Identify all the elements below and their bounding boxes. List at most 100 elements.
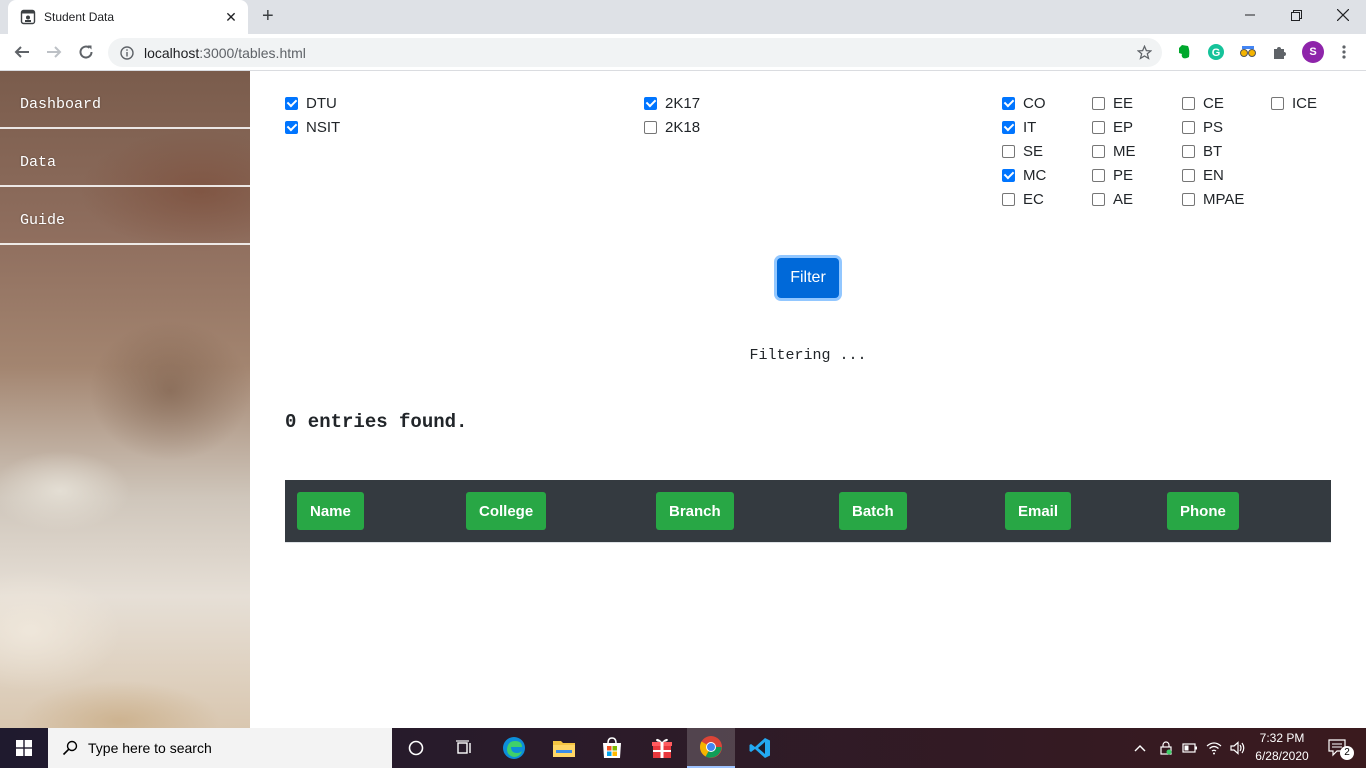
notifications-icon[interactable]: 2 (1318, 728, 1358, 768)
browser-menu-icon[interactable] (1334, 42, 1354, 62)
branch-option-mc[interactable]: MC (1002, 165, 1046, 185)
branch-pe-checkbox[interactable] (1092, 168, 1105, 182)
clock-time[interactable]: 7:32 PM (1252, 731, 1312, 745)
edge-icon[interactable] (490, 728, 538, 768)
branch-ae-checkbox[interactable] (1092, 192, 1105, 206)
branch-me-checkbox[interactable] (1092, 144, 1105, 158)
branch-option-co[interactable]: CO (1002, 93, 1046, 113)
college-nsit-checkbox[interactable] (285, 120, 298, 134)
branch-mpae-checkbox[interactable] (1182, 192, 1195, 206)
entries-count: 0 entries found. (285, 411, 468, 433)
column-header-branch[interactable]: Branch (656, 492, 734, 530)
branch-mpae-label: MPAE (1203, 190, 1245, 208)
tray-expand-icon[interactable] (1128, 728, 1152, 768)
branch-option-se[interactable]: SE (1002, 141, 1043, 161)
reload-icon[interactable] (74, 40, 98, 64)
branch-ec-checkbox[interactable] (1002, 192, 1015, 206)
branch-option-it[interactable]: IT (1002, 117, 1036, 137)
evernote-extension-icon[interactable] (1174, 42, 1194, 62)
college-option-dtu[interactable]: DTU (285, 93, 337, 113)
table-header: Name College Branch Batch Email Phone (285, 480, 1331, 543)
battery-icon[interactable] (1178, 728, 1202, 768)
branch-bt-label: BT (1203, 142, 1223, 160)
file-explorer-icon[interactable] (540, 728, 588, 768)
branch-ps-checkbox[interactable] (1182, 120, 1195, 134)
column-header-email[interactable]: Email (1005, 492, 1072, 530)
security-tray-icon[interactable] (1154, 728, 1178, 768)
branch-option-bt[interactable]: BT (1182, 141, 1222, 161)
branch-ee-label: EE (1113, 94, 1134, 112)
branch-co-label: CO (1023, 94, 1046, 112)
sidebar-item-data[interactable]: Data (0, 129, 250, 187)
extensions-puzzle-icon[interactable] (1270, 42, 1290, 62)
profile-avatar[interactable]: S (1302, 41, 1324, 63)
clock-date[interactable]: 6/28/2020 (1252, 749, 1312, 763)
batch-2k17-checkbox[interactable] (644, 96, 657, 110)
branch-ice-checkbox[interactable] (1271, 96, 1284, 110)
volume-icon[interactable] (1226, 728, 1250, 768)
batch-option-2k18[interactable]: 2K18 (644, 117, 700, 137)
info-icon[interactable] (120, 45, 134, 60)
restore-icon[interactable] (1273, 0, 1319, 30)
branch-mc-label: MC (1023, 166, 1047, 184)
branch-option-ce[interactable]: CE (1182, 93, 1224, 113)
sidebar-item-guide[interactable]: Guide (0, 187, 250, 245)
address-bar[interactable]: localhost:3000/tables.html (108, 38, 1162, 67)
college-option-nsit[interactable]: NSIT (285, 117, 340, 137)
gift-app-icon[interactable] (638, 728, 686, 768)
forward-icon[interactable] (42, 40, 66, 64)
close-window-icon[interactable] (1320, 0, 1366, 30)
branch-pe-label: PE (1113, 166, 1134, 184)
vscode-icon[interactable] (736, 728, 784, 768)
bookmark-star-icon[interactable] (1137, 45, 1152, 60)
wifi-icon[interactable] (1202, 728, 1226, 768)
grammarly-extension-icon[interactable]: G (1206, 42, 1226, 62)
main-content: DTU NSIT 2K17 2K18 CO IT SE MC EC EE EP … (250, 71, 1366, 728)
branch-option-pe[interactable]: PE (1092, 165, 1133, 185)
column-header-phone[interactable]: Phone (1167, 492, 1239, 530)
chrome-taskbar-icon[interactable] (687, 728, 735, 768)
branch-se-checkbox[interactable] (1002, 144, 1015, 158)
branch-option-en[interactable]: EN (1182, 165, 1224, 185)
glasses-extension-icon[interactable] (1238, 42, 1258, 62)
branch-it-checkbox[interactable] (1002, 120, 1015, 134)
branch-option-me[interactable]: ME (1092, 141, 1136, 161)
cortana-icon[interactable] (392, 728, 440, 768)
tab-close-icon[interactable]: ✕ (222, 9, 240, 26)
college-dtu-checkbox[interactable] (285, 96, 298, 110)
branch-option-ps[interactable]: PS (1182, 117, 1223, 137)
branch-option-ice[interactable]: ICE (1271, 93, 1317, 113)
branch-ice-label: ICE (1292, 94, 1318, 112)
new-tab-icon[interactable]: + (262, 6, 274, 26)
browser-tab[interactable]: Student Data ✕ (8, 0, 248, 34)
branch-en-checkbox[interactable] (1182, 168, 1195, 182)
sidebar-item-dashboard[interactable]: Dashboard (0, 71, 250, 129)
microsoft-store-icon[interactable] (588, 728, 636, 768)
branch-ee-checkbox[interactable] (1092, 96, 1105, 110)
branch-mc-checkbox[interactable] (1002, 168, 1015, 182)
svg-text:G: G (1212, 47, 1221, 59)
branch-co-checkbox[interactable] (1002, 96, 1015, 110)
branch-option-ae[interactable]: AE (1092, 189, 1133, 209)
column-header-college[interactable]: College (466, 492, 547, 530)
browser-tab-strip: Student Data ✕ + (0, 0, 1366, 34)
batch-option-2k17[interactable]: 2K17 (644, 93, 700, 113)
branch-option-ep[interactable]: EP (1092, 117, 1133, 137)
branch-option-ee[interactable]: EE (1092, 93, 1133, 113)
branch-option-mpae[interactable]: MPAE (1182, 189, 1244, 209)
column-header-name[interactable]: Name (297, 492, 364, 530)
windows-start-icon[interactable] (0, 728, 48, 768)
task-view-icon[interactable] (440, 728, 488, 768)
batch-2k18-checkbox[interactable] (644, 120, 657, 134)
branch-ae-label: AE (1113, 190, 1134, 208)
branch-bt-checkbox[interactable] (1182, 144, 1195, 158)
taskbar-search-box[interactable]: Type here to search (48, 728, 392, 768)
minimize-icon[interactable] (1227, 0, 1273, 30)
branch-ep-checkbox[interactable] (1092, 120, 1105, 134)
column-header-batch[interactable]: Batch (839, 492, 907, 530)
branch-it-label: IT (1023, 118, 1037, 136)
branch-option-ec[interactable]: EC (1002, 189, 1044, 209)
back-icon[interactable] (10, 40, 34, 64)
filter-button[interactable]: Filter (777, 258, 839, 298)
branch-ce-checkbox[interactable] (1182, 96, 1195, 110)
